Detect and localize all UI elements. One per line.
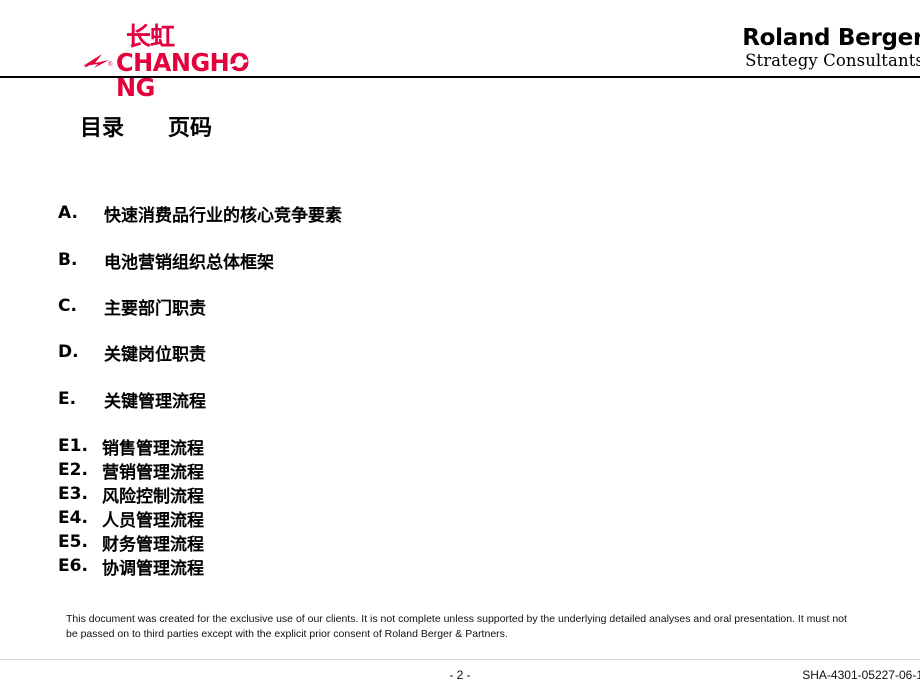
roland-berger-name: Roland Berger [742,25,920,51]
footer-document-code: SHA-4301-05227-06-1 [802,668,920,682]
toc-row[interactable]: E6.协调管理流程103 [58,551,920,581]
toc-row[interactable]: A.快速消费品行业的核心竞争要素5 [58,198,920,228]
page-header: 长虹 ® CHANGHONG Roland Berger Strategy Co… [0,0,920,100]
toc-item-label: 电池营销组织总体框架 [104,252,274,273]
toc-item-label: 关键岗位职责 [104,344,206,365]
toc-row[interactable]: D.关键岗位职责38 [58,337,920,367]
toc-item-key: E6. [58,556,88,576]
toc-row[interactable]: C.主要部门职责33 [58,291,920,321]
changhong-logo: 长虹 ® CHANGHONG [82,22,292,100]
header-divider [0,76,920,78]
changhong-wordmark: CHANGHONG [116,50,285,100]
toc-item-label: 协调管理流程 [102,558,204,579]
toc-item-key: E2. [58,460,88,480]
toc-item-key: E1. [58,436,88,456]
toc-item-label: 快速消费品行业的核心竞争要素 [104,205,342,226]
toc-item-key: E4. [58,508,88,528]
toc-item-label: 主要部门职责 [104,298,206,319]
disclaimer-line-2: be passed on to third parties except wit… [66,628,508,641]
footer-page-marker: - 2 - [449,668,471,682]
page-number-column-label: 页码 [168,116,213,141]
page-title: 目录 页码 [80,110,212,142]
registered-trademark-icon: ® [108,62,113,68]
disclaimer-text: This document was created for the exclus… [66,612,920,642]
toc-item-key: E. [58,389,77,409]
toc-row[interactable]: E.关键管理流程63 [58,384,920,414]
toc-item-key: A. [58,203,78,223]
toc-item-key: E5. [58,532,88,552]
contents-label: 目录 [80,116,125,141]
toc-item-key: E3. [58,484,88,504]
changhong-wordmark-o: O [229,48,250,77]
toc-item-label: 关键管理流程 [104,391,206,412]
roland-berger-subtitle: Strategy Consultants [745,51,920,71]
footer-divider [0,659,920,660]
roland-berger-logo: Roland Berger Strategy Consultants [684,26,920,71]
toc-item-key: B. [58,250,78,270]
toc-item-key: D. [58,342,79,362]
disclaimer-line-1: This document was created for the exclus… [66,613,847,625]
toc-row[interactable]: B.电池营销组织总体框架23 [58,245,920,275]
changhong-hanzi-logo: 长虹 [126,22,175,51]
toc-item-key: C. [58,296,77,316]
